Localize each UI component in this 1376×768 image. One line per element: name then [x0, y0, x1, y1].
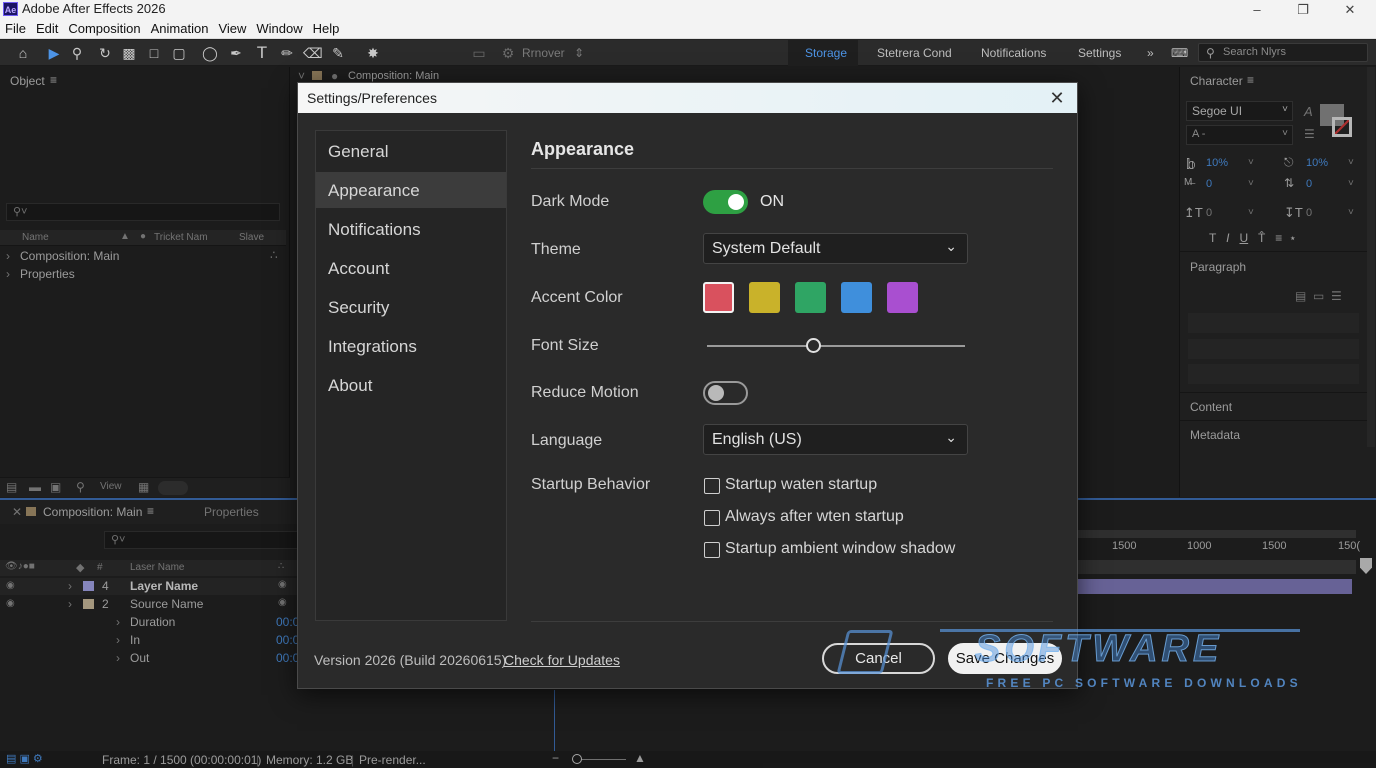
minimize-icon[interactable]: –: [1234, 0, 1280, 19]
theme-label: Theme: [531, 241, 581, 258]
startup-checkbox-3[interactable]: [704, 542, 720, 558]
chevron-down-icon: ⌄: [945, 429, 957, 445]
home-icon[interactable]: ⌂: [14, 44, 32, 62]
check-updates-link[interactable]: Check for Updates: [504, 652, 620, 668]
menu-animation[interactable]: Animation: [146, 19, 214, 36]
rect-mask-icon[interactable]: □: [145, 44, 163, 62]
startup-behavior-label: Startup Behavior: [531, 476, 651, 493]
gear-icon[interactable]: ⚙: [499, 44, 517, 62]
rotate-tool-icon[interactable]: ↻: [96, 44, 114, 62]
dialog-title-bar: Settings/Preferences ✕: [298, 83, 1077, 113]
lasso-icon[interactable]: ◯: [201, 44, 219, 62]
clone-stamp-icon[interactable]: ✎: [329, 44, 347, 62]
font-size-label: Font Size: [531, 337, 599, 354]
menu-composition[interactable]: Composition: [63, 19, 145, 36]
accent-swatches: [703, 282, 933, 316]
app-logo: Ae: [3, 2, 18, 16]
eraser-icon[interactable]: ⌫: [303, 44, 323, 62]
font-size-slider-knob[interactable]: [805, 338, 821, 353]
pen-tool-icon[interactable]: ✒: [227, 44, 245, 62]
nav-security[interactable]: Security: [316, 289, 506, 325]
tools-toolbar: ⌂ ▶ ⚲ ↻ ▩ □ ▢ ◯ ✒ T ✏ ⌫ ✎ ✸ ▭ ⚙ Rrnover …: [0, 40, 1376, 66]
nav-general[interactable]: General: [316, 133, 506, 169]
accent-color-label: Accent Color: [531, 289, 623, 306]
workspace-settings[interactable]: Settings: [1078, 46, 1121, 60]
nav-appearance[interactable]: Appearance: [316, 172, 506, 208]
settings-dialog: Settings/Preferences ✕ General Appearanc…: [297, 82, 1078, 689]
cancel-button[interactable]: Cancel: [822, 643, 935, 674]
chevron-down-icon: ⌄: [945, 238, 957, 254]
menu-view[interactable]: View: [213, 19, 251, 36]
language-label: Language: [531, 432, 603, 449]
text-tool-icon[interactable]: T: [253, 44, 271, 62]
puppet-pin-icon[interactable]: ✸: [364, 44, 382, 62]
divider: [531, 168, 1053, 169]
shape-tool-icon[interactable]: ▢: [170, 44, 188, 62]
language-value: English (US): [712, 431, 802, 448]
startup-option-3[interactable]: Startup ambient window shadow: [725, 540, 955, 558]
zoom-tool-icon[interactable]: ⚲: [68, 44, 86, 62]
language-select[interactable]: English (US) ⌄: [703, 424, 968, 455]
workspace-notifications[interactable]: Notifications: [981, 46, 1046, 60]
accent-swatch-green[interactable]: [795, 282, 826, 313]
accent-swatch-purple[interactable]: [887, 282, 918, 313]
search-input[interactable]: Search Nlyrs: [1198, 43, 1368, 62]
camera-tool-icon[interactable]: ▩: [120, 44, 138, 62]
menu-bar: File Edit Composition Animation View Window He…: [0, 19, 1376, 39]
window-title: Adobe After Effects 2026: [22, 1, 166, 16]
stepper-icon[interactable]: ⇕: [574, 46, 584, 60]
footer-divider: [531, 621, 1053, 622]
accent-swatch-red[interactable]: [703, 282, 734, 313]
dark-mode-toggle[interactable]: [703, 190, 748, 214]
dark-mode-label: Dark Mode: [531, 193, 610, 210]
menu-help[interactable]: Help: [308, 19, 345, 36]
nav-notifications[interactable]: Notifications: [316, 211, 506, 247]
close-icon[interactable]: ✕: [1327, 0, 1373, 19]
title-bar: Ae Adobe After Effects 2026 – ❐ ✕: [0, 0, 1376, 19]
startup-checkbox-2[interactable]: [704, 510, 720, 526]
startup-option-1[interactable]: Startup waten startup: [725, 476, 877, 494]
font-size-slider-track[interactable]: [707, 345, 965, 347]
reduce-motion-toggle[interactable]: [703, 381, 748, 405]
menu-window[interactable]: Window: [251, 19, 307, 36]
rmover-label: Rrnover: [522, 46, 565, 60]
maximize-icon[interactable]: ❐: [1280, 0, 1326, 19]
toggle-knob: [728, 194, 744, 210]
nav-about[interactable]: About: [316, 367, 506, 403]
settings-nav: General Appearance Notifications Account…: [315, 130, 507, 621]
more-workspaces-icon[interactable]: »: [1147, 46, 1154, 60]
theme-select[interactable]: System Default ⌄: [703, 233, 968, 264]
brush-tool-icon[interactable]: ✏: [278, 44, 296, 62]
accent-swatch-yellow[interactable]: [749, 282, 780, 313]
nav-account[interactable]: Account: [316, 250, 506, 286]
startup-option-2[interactable]: Always after wten startup: [725, 508, 904, 526]
menu-edit[interactable]: Edit: [31, 19, 63, 36]
accent-swatch-blue[interactable]: [841, 282, 872, 313]
section-title: Appearance: [531, 139, 635, 159]
version-text: Version 2026 (Build 20260615): [314, 652, 507, 668]
reduce-motion-label: Reduce Motion: [531, 384, 639, 401]
dialog-title: Settings/Preferences: [307, 90, 437, 106]
close-icon[interactable]: ✕: [1045, 86, 1069, 110]
startup-checkbox-1[interactable]: [704, 478, 720, 494]
snap-icon[interactable]: ▭: [470, 44, 488, 62]
workspace-stetrera[interactable]: Stetrera Cond: [877, 46, 952, 60]
selection-tool-icon[interactable]: ▶: [45, 44, 63, 62]
nav-integrations[interactable]: Integrations: [316, 328, 506, 364]
dark-mode-state: ON: [760, 193, 784, 210]
keyboard-icon[interactable]: ⌨: [1171, 46, 1188, 60]
workspace-storage[interactable]: Storage: [805, 46, 847, 60]
save-button[interactable]: Save Changes: [948, 643, 1062, 674]
theme-value: System Default: [712, 240, 821, 257]
menu-file[interactable]: File: [0, 19, 31, 36]
search-icon: ⚲: [1206, 46, 1215, 60]
toggle-knob: [708, 385, 724, 401]
